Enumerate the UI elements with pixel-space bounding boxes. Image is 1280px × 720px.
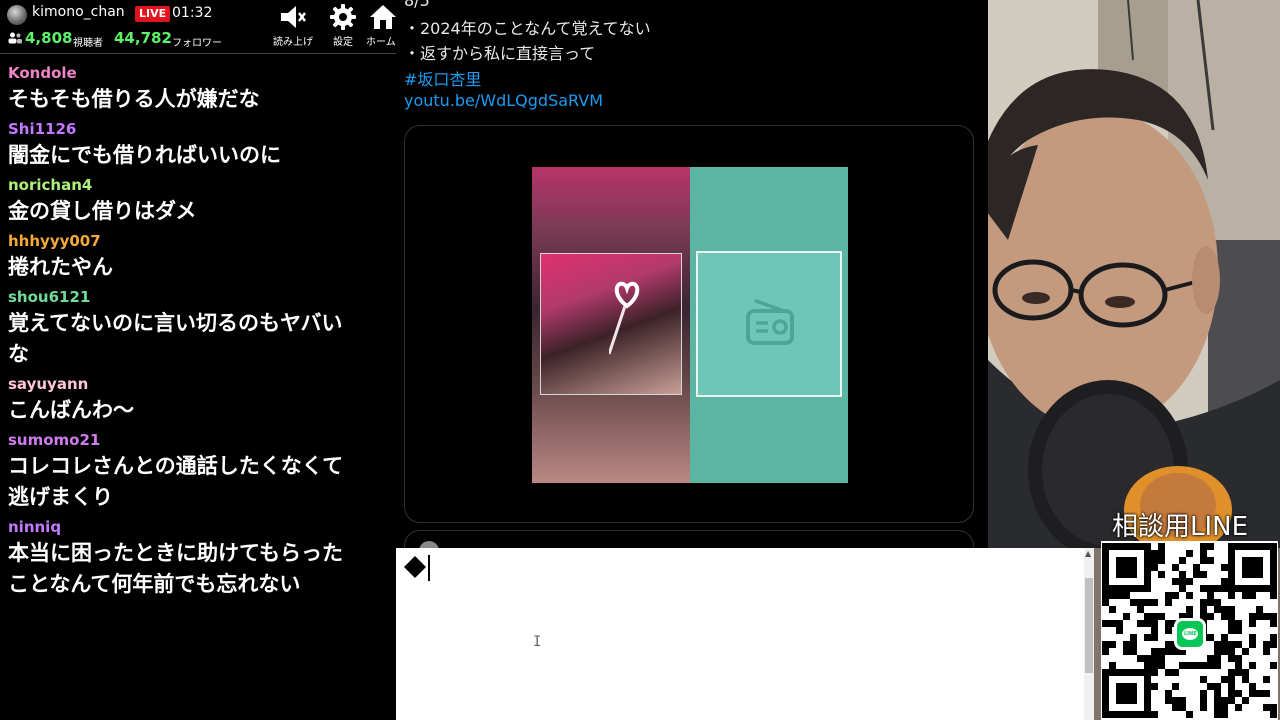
settings-label: 設定 [333,37,353,48]
chat-username[interactable]: norichan4 [8,174,388,196]
webcam-feed [988,0,1280,548]
viewers-count: 4,808 [25,29,73,47]
ibeam-cursor-icon: I [533,634,542,650]
viewers-label: 視聴者 [73,38,103,49]
chat-username[interactable]: Kondole [8,62,388,84]
home-label: ホーム [366,37,396,48]
media-card[interactable] [404,125,974,523]
radio-icon [746,299,794,345]
post-bullet-1: ・2024年のことなんて覚えてない [404,19,651,38]
chat-username[interactable]: ninniq [8,516,388,538]
line-logo-icon: LINE [1174,618,1206,650]
list-item: norichan4 金の貸し借りはダメ [0,174,396,227]
read-aloud-button[interactable]: 読み上げ [269,2,317,50]
list-item: ninniq 本当に困ったときに助けてもらった ことなんて何年前でも忘れない [0,516,396,600]
chat-message-text-continued: 逃げまくり [8,485,113,509]
chat-username[interactable]: hhhyyy007 [8,230,388,252]
home-button[interactable]: ホーム [366,2,396,50]
editor-scrollbar[interactable]: ▲ [1084,548,1094,720]
webcam-image [988,0,1280,548]
post-text-line: 8/5 [404,0,430,10]
list-item: sayuyann こんばんわ～ [0,373,396,426]
scrollbar-thumb[interactable] [1085,578,1093,673]
chat-message-text: 捲れたやん [8,255,113,279]
text-cursor [428,555,430,581]
streamer-username[interactable]: kimono_chan [32,4,125,20]
people-icon [8,32,22,44]
gear-icon [330,4,356,30]
text-editor[interactable]: I [396,548,1094,720]
chat-username[interactable]: sayuyann [8,373,388,395]
chat-message-text: 覚えてないのに言い切るのもヤバい [8,311,343,335]
list-item: Kondole そもそも借りる人が嫌だな [0,62,396,115]
chat-message-text-continued: ことなんて何年前でも忘れない [8,572,301,596]
chat-message-text: こんばんわ～ [8,398,134,422]
chat-message-text-continued: な [8,342,29,366]
stream-status-bar: kimono_chan LIVE 01:32 4,808 視聴者 44,782 … [0,0,396,54]
chat-panel: kimono_chan LIVE 01:32 4,808 視聴者 44,782 … [0,0,396,720]
chat-message-text: 金の貸し借りはダメ [8,199,197,223]
avatar[interactable] [419,541,439,548]
read-aloud-label: 読み上げ [273,37,313,48]
line-qr-code[interactable]: LINE [1101,541,1278,720]
chat-username[interactable]: sumomo21 [8,429,388,451]
next-post-card[interactable] [404,530,974,548]
youtube-link[interactable]: youtu.be/WdLQgdSaRVM [404,91,603,110]
settings-button[interactable]: 設定 [319,2,367,50]
post-bullet-2: ・返すから私に直接言って [404,44,596,63]
followers-label: フォロワー [172,38,222,49]
live-badge: LIVE [135,6,171,22]
chat-message-text: 本当に困ったときに助けてもらった [8,541,343,565]
media-thumbnail-left[interactable] [532,167,690,483]
list-item: hhhyyy007 捲れたやん [0,230,396,283]
avatar[interactable] [7,5,27,25]
chat-message-text: コレコレさんとの通話したくなくて [8,454,344,478]
elapsed-time: 01:32 [172,5,213,21]
heart-wand-icon [609,281,640,355]
chat-message-list[interactable]: Kondole そもそも借りる人が嫌だな Shi1126 闇金にでも借りればいい… [0,62,396,603]
list-item: sumomo21 コレコレさんとの通話したくなくて 逃げまくり [0,429,396,513]
diamond-icon [404,556,426,578]
chat-message-text: そもそも借りる人が嫌だな [8,87,260,111]
chat-message-text: 闇金にでも借りればいいのに [8,143,281,167]
post-panel: 8/5 ・2024年のことなんて覚えてない ・返すから私に直接言って #坂口杏里… [396,0,988,548]
media-thumbnail-right[interactable] [690,167,848,483]
speaker-mute-icon [281,6,306,28]
media-thumbnail-inset [540,253,682,395]
followers-count: 44,782 [114,29,172,47]
list-item: shou6121 覚えてないのに言い切るのもヤバい な [0,286,396,370]
list-item: Shi1126 闇金にでも借りればいいのに [0,118,396,171]
chat-username[interactable]: Shi1126 [8,118,388,140]
home-icon [370,5,396,29]
scroll-up-icon[interactable]: ▲ [1085,549,1091,558]
hashtag-link[interactable]: #坂口杏里 [404,66,481,90]
chat-username[interactable]: shou6121 [8,286,388,308]
audio-placeholder [696,251,842,397]
line-consult-label: 相談用LINE [1112,512,1249,542]
